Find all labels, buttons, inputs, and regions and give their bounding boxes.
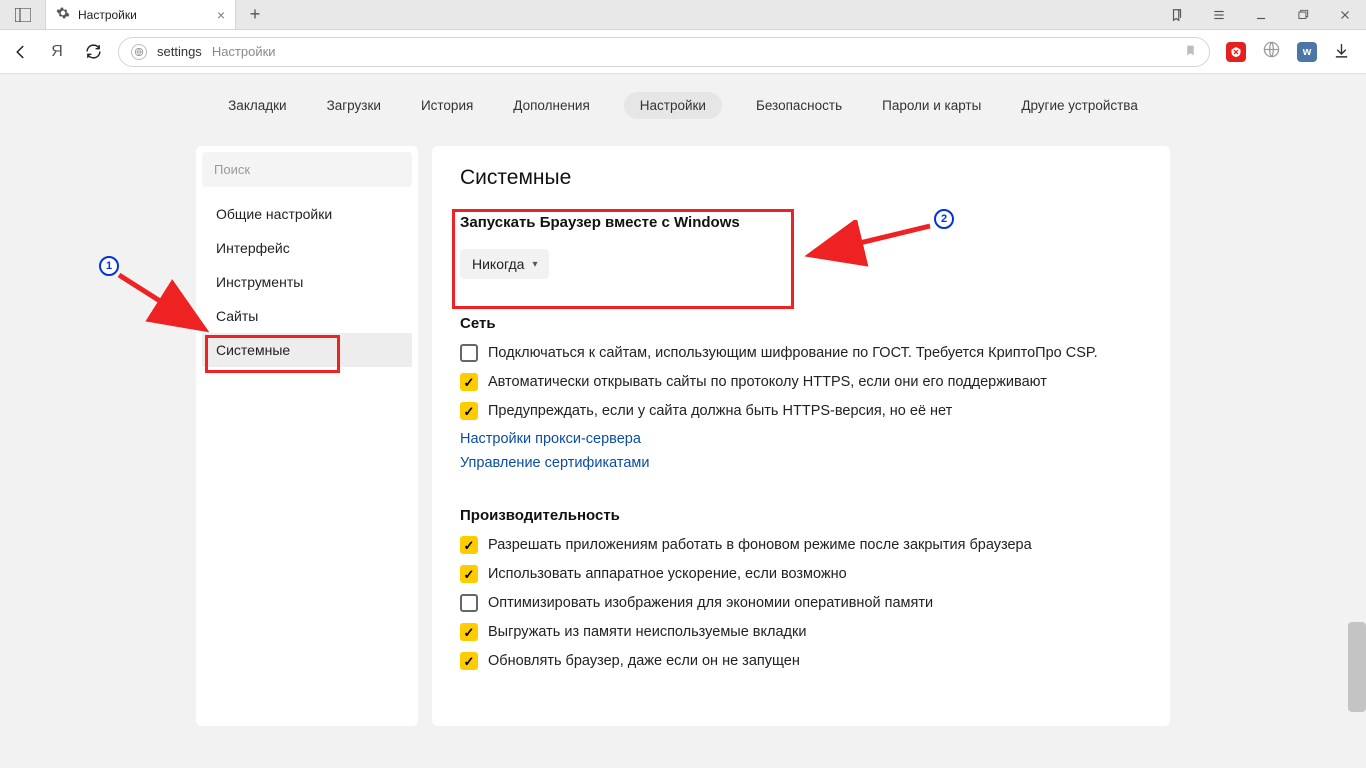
perf-opt-unload-tabs[interactable]: Выгружать из памяти неиспользуемые вклад…	[460, 623, 1142, 641]
sidebar-toggle-button[interactable]	[0, 0, 46, 29]
performance-title: Производительность	[460, 507, 1142, 524]
bookmarks-bar-icon[interactable]	[1156, 0, 1198, 29]
perf-opt-optimize-images[interactable]: Оптимизировать изображения для экономии …	[460, 594, 1142, 612]
network-opt-https-warn[interactable]: Предупреждать, если у сайта должна быть …	[460, 402, 1142, 420]
window-minimize-button[interactable]	[1240, 0, 1282, 29]
tab-strip: Настройки × +	[0, 0, 1366, 30]
checkbox-label: Обновлять браузер, даже если он не запущ…	[488, 653, 800, 669]
checkbox-icon[interactable]	[460, 565, 478, 583]
perf-opt-auto-update[interactable]: Обновлять браузер, даже если он не запущ…	[460, 652, 1142, 670]
checkbox-icon[interactable]	[460, 623, 478, 641]
nav-item-addons[interactable]: Дополнения	[507, 92, 595, 119]
network-opt-gost[interactable]: Подключаться к сайтам, использующим шифр…	[460, 344, 1142, 362]
perf-opt-background[interactable]: Разрешать приложениям работать в фоновом…	[460, 536, 1142, 554]
sidebar-item-general[interactable]: Общие настройки	[202, 197, 412, 231]
window-maximize-button[interactable]	[1282, 0, 1324, 29]
back-button[interactable]	[10, 41, 32, 63]
sidebar-item-tools[interactable]: Инструменты	[202, 265, 412, 299]
checkbox-label: Автоматически открывать сайты по протоко…	[488, 374, 1047, 390]
checkbox-label: Использовать аппаратное ускорение, если …	[488, 566, 847, 582]
proxy-settings-link[interactable]: Настройки прокси-сервера	[460, 431, 1142, 447]
network-opt-https-auto[interactable]: Автоматически открывать сайты по протоко…	[460, 373, 1142, 391]
checkbox-icon[interactable]	[460, 536, 478, 554]
vk-icon[interactable]: w	[1297, 42, 1317, 62]
annotation-badge-1: 1	[99, 256, 119, 276]
perf-opt-hw-accel[interactable]: Использовать аппаратное ускорение, если …	[460, 565, 1142, 583]
annotation-badge-2: 2	[934, 209, 954, 229]
tab-title: Настройки	[78, 8, 209, 22]
downloads-icon[interactable]	[1333, 42, 1350, 62]
bookmark-flag-icon[interactable]	[1184, 43, 1197, 61]
settings-main-panel: Системные Запускать Браузер вместе с Win…	[432, 146, 1170, 726]
address-segment-secondary: Настройки	[212, 44, 276, 59]
nav-item-history[interactable]: История	[415, 92, 479, 119]
settings-sidebar: Поиск Общие настройки Интерфейс Инструме…	[196, 146, 418, 726]
reload-button[interactable]	[82, 41, 104, 63]
tab-close-icon[interactable]: ×	[217, 7, 225, 23]
sidebar-item-sites[interactable]: Сайты	[202, 299, 412, 333]
settings-content: Поиск Общие настройки Интерфейс Инструме…	[0, 136, 1366, 726]
page-title: Системные	[460, 166, 1142, 190]
sidebar-item-interface[interactable]: Интерфейс	[202, 231, 412, 265]
nav-item-security[interactable]: Безопасность	[750, 92, 848, 119]
startup-title: Запускать Браузер вместе с Windows	[460, 214, 1142, 231]
checkbox-icon[interactable]	[460, 652, 478, 670]
network-title: Сеть	[460, 315, 1142, 332]
gear-icon	[56, 6, 70, 23]
checkbox-label: Выгружать из памяти неиспользуемые вклад…	[488, 624, 806, 640]
vertical-scrollbar-thumb[interactable]	[1348, 622, 1366, 712]
address-segment-primary: settings	[157, 44, 202, 59]
checkbox-icon[interactable]	[460, 373, 478, 391]
startup-block: Запускать Браузер вместе с Windows Никог…	[460, 214, 1142, 279]
nav-item-downloads[interactable]: Загрузки	[321, 92, 387, 119]
certificates-link[interactable]: Управление сертификатами	[460, 455, 1142, 471]
sidebar-search-input[interactable]: Поиск	[202, 152, 412, 187]
browser-tab-active[interactable]: Настройки ×	[46, 0, 236, 29]
nav-item-other-devices[interactable]: Другие устройства	[1015, 92, 1144, 119]
toolbar: Я settings Настройки w	[0, 30, 1366, 74]
startup-dropdown-value: Никогда	[472, 256, 524, 272]
checkbox-label: Предупреждать, если у сайта должна быть …	[488, 403, 952, 419]
startup-dropdown[interactable]: Никогда ▾	[460, 249, 549, 279]
window-controls	[1156, 0, 1366, 29]
menu-icon[interactable]	[1198, 0, 1240, 29]
checkbox-label: Оптимизировать изображения для экономии …	[488, 595, 933, 611]
toolbar-right-icons: w	[1224, 40, 1356, 64]
translate-icon[interactable]	[1262, 40, 1281, 64]
sidebar-item-system[interactable]: Системные	[202, 333, 412, 367]
nav-item-passwords[interactable]: Пароли и карты	[876, 92, 987, 119]
window-close-button[interactable]	[1324, 0, 1366, 29]
settings-nav: Закладки Загрузки История Дополнения Нас…	[0, 74, 1366, 136]
checkbox-label: Разрешать приложениям работать в фоновом…	[488, 537, 1032, 553]
adblock-icon[interactable]	[1226, 42, 1246, 62]
site-identity-icon[interactable]	[131, 44, 147, 60]
checkbox-icon[interactable]	[460, 594, 478, 612]
yandex-home-icon[interactable]: Я	[46, 41, 68, 63]
checkbox-icon[interactable]	[460, 344, 478, 362]
chevron-down-icon: ▾	[532, 259, 537, 270]
nav-item-settings[interactable]: Настройки	[624, 92, 722, 119]
checkbox-label: Подключаться к сайтам, использующим шифр…	[488, 345, 1098, 361]
nav-item-bookmarks[interactable]: Закладки	[222, 92, 292, 119]
checkbox-icon[interactable]	[460, 402, 478, 420]
new-tab-button[interactable]: +	[236, 0, 274, 29]
address-bar[interactable]: settings Настройки	[118, 37, 1210, 67]
